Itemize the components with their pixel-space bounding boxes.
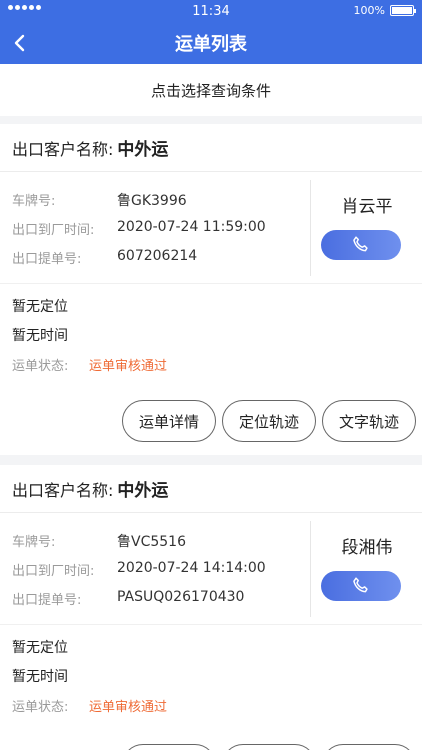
- location-track-button[interactable]: [222, 744, 316, 750]
- status-bar: 11:34 100%: [0, 0, 422, 22]
- state-label: 运单状态:: [12, 700, 69, 715]
- waybill-info: 车牌号: 鲁GK3996 出口到厂时间: 2020-07-24 11:59:00…: [0, 172, 422, 284]
- waybill-card: 出口客户名称: 中外运 车牌号: 鲁GK3996 出口到厂时间: 2020-07…: [0, 124, 422, 455]
- filter-selector[interactable]: 点击选择查询条件: [0, 64, 422, 116]
- customer-row: 出口客户名称: 中外运: [0, 124, 422, 172]
- customer-label: 出口客户名称:: [12, 139, 114, 159]
- bill-label: 出口提单号:: [12, 593, 82, 608]
- phone-icon: [353, 236, 368, 252]
- phone-icon: [353, 577, 368, 593]
- battery-percent: 100%: [353, 4, 385, 17]
- customer-row: 出口客户名称: 中外运: [0, 465, 422, 513]
- waybill-info: 车牌号: 鲁VC5516 出口到厂时间: 2020-07-24 14:14:00…: [0, 513, 422, 625]
- driver-name: 段湘伟: [341, 538, 393, 558]
- arrive-label: 出口到厂时间:: [12, 223, 95, 238]
- state-value: 运单审核通过: [89, 700, 168, 715]
- battery-status: 100%: [353, 4, 416, 17]
- plate-label: 车牌号:: [12, 194, 56, 209]
- arrive-time: 2020-07-24 14:14:00: [117, 560, 266, 576]
- divider: [310, 521, 311, 617]
- waybill-detail-button[interactable]: [122, 744, 216, 750]
- action-buttons: [122, 744, 416, 750]
- call-button[interactable]: [321, 230, 401, 260]
- plate-number: 鲁GK3996: [117, 193, 187, 209]
- location-track-button[interactable]: 定位轨迹: [222, 400, 316, 442]
- call-button[interactable]: [321, 571, 401, 601]
- state-value: 运单审核通过: [89, 359, 168, 374]
- location-status: 暂无定位: [12, 640, 68, 656]
- page-title: 运单列表: [175, 34, 247, 55]
- bill-number: PASUQ026170430: [117, 589, 245, 605]
- customer-label: 出口客户名称:: [12, 480, 114, 500]
- customer-name: 中外运: [117, 140, 169, 160]
- waybill-card: 出口客户名称: 中外运 车牌号: 鲁VC5516 出口到厂时间: 2020-07…: [0, 465, 422, 750]
- bill-number: 607206214: [117, 248, 198, 264]
- state-label: 运单状态:: [12, 359, 69, 374]
- driver-name: 肖云平: [341, 197, 393, 217]
- time-status: 暂无时间: [12, 328, 68, 344]
- status-section: 暂无定位 暂无时间 运单状态: 运单审核通过: [0, 284, 422, 378]
- text-track-button[interactable]: [322, 744, 416, 750]
- app-header: 11:34 100% 运单列表: [0, 0, 422, 64]
- action-buttons: 运单详情 定位轨迹 文字轨迹: [122, 400, 416, 442]
- waybill-detail-button[interactable]: 运单详情: [122, 400, 216, 442]
- customer-name: 中外运: [117, 481, 169, 501]
- text-track-button[interactable]: 文字轨迹: [322, 400, 416, 442]
- status-section: 暂无定位 暂无时间 运单状态: 运单审核通过: [0, 625, 422, 719]
- time-status: 暂无时间: [12, 669, 68, 685]
- arrive-time: 2020-07-24 11:59:00: [117, 219, 266, 235]
- location-status: 暂无定位: [12, 299, 68, 315]
- battery-icon: [390, 5, 416, 16]
- bill-label: 出口提单号:: [12, 252, 82, 267]
- plate-label: 车牌号:: [12, 535, 56, 550]
- arrive-label: 出口到厂时间:: [12, 564, 95, 579]
- filter-label: 点击选择查询条件: [150, 81, 271, 100]
- divider: [310, 180, 311, 276]
- plate-number: 鲁VC5516: [117, 534, 186, 550]
